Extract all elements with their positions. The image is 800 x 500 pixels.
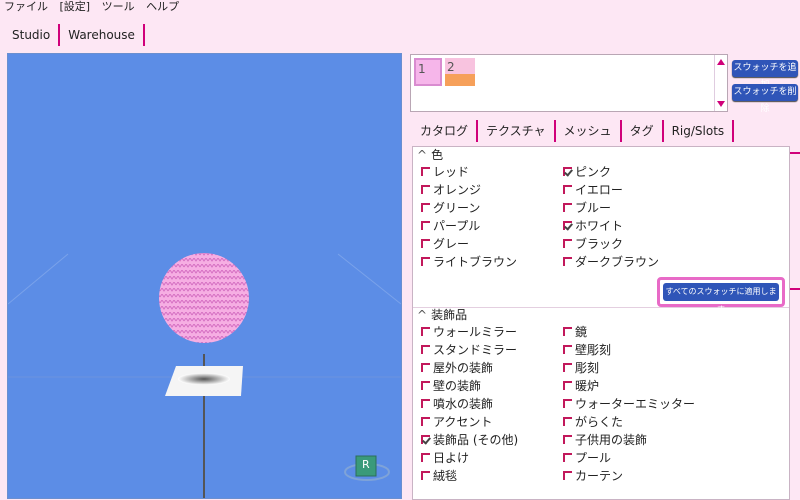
menu-file[interactable]: ファイル (4, 0, 48, 13)
tab-texture[interactable]: テクスチャ (478, 120, 556, 142)
tag-checkbox-white[interactable]: ホワイト (563, 218, 623, 234)
tag-checkbox-gray[interactable]: グレー (421, 236, 469, 252)
3d-viewport[interactable]: R (7, 53, 402, 499)
tag-checkbox-pool[interactable]: プール (563, 450, 611, 466)
tag-checkbox-accent[interactable]: アクセント (421, 414, 492, 430)
menu-tools[interactable]: ツール (102, 0, 135, 13)
decor-section-header[interactable]: ^ 装飾品 (417, 307, 467, 323)
tag-checkbox-fireplace[interactable]: 暖炉 (563, 378, 599, 394)
apply-all-highlight: すべてのスウォッチに適用します (657, 277, 785, 314)
caret-up-icon[interactable]: ^ (417, 148, 427, 162)
tag-checkbox-green[interactable]: グリーン (421, 200, 480, 216)
tag-checkbox-wall-decor[interactable]: 壁の装飾 (421, 378, 481, 394)
tag-checkbox-light-brown[interactable]: ライトブラウン (421, 254, 517, 270)
scroll-thumb[interactable] (790, 152, 800, 154)
swatch-2[interactable]: 2 (445, 58, 475, 86)
tab-warehouse[interactable]: Warehouse (60, 24, 145, 46)
tag-checkbox-decor-other[interactable]: 装飾品 (その他) (421, 432, 518, 448)
tag-checkbox-black[interactable]: ブラック (563, 236, 623, 252)
swatch-1[interactable]: 1 (414, 58, 442, 86)
swatch-panel: 1 2 (410, 54, 728, 112)
tag-checkbox-kids-decor[interactable]: 子供用の装飾 (563, 432, 647, 448)
section-divider (413, 307, 789, 308)
pink-ball-model (159, 253, 249, 343)
top-tabs: Studio Warehouse (4, 24, 145, 46)
scroll-marker (790, 288, 800, 290)
tab-catalog[interactable]: カタログ (412, 120, 479, 142)
tag-checkbox-wall-mirror[interactable]: ウォールミラー (421, 324, 517, 340)
tag-checkbox-clutter[interactable]: がらくた (563, 414, 623, 430)
tag-checkbox-blue[interactable]: ブルー (563, 200, 611, 216)
scene-graphic (8, 253, 401, 498)
tag-checkbox-pink[interactable]: ピンク (563, 164, 611, 180)
tag-checkbox-mirror[interactable]: 鏡 (563, 324, 587, 340)
scroll-up-icon[interactable] (717, 59, 725, 65)
tag-checkbox-wall-sculpture[interactable]: 壁彫刻 (563, 342, 611, 358)
tag-list: ^ 色 レッド オレンジ グリーン パープル グレー ライトブラウン ピンク イエ… (412, 146, 790, 500)
tag-checkbox-stand-mirror[interactable]: スタンドミラー (421, 342, 517, 358)
tab-studio[interactable]: Studio (4, 24, 61, 46)
tag-checkbox-dark-brown[interactable]: ダークブラウン (563, 254, 659, 270)
tag-checkbox-awning[interactable]: 日よけ (421, 450, 469, 466)
tag-checkbox-sculpture[interactable]: 彫刻 (563, 360, 599, 376)
add-swatch-button[interactable]: スウォッチを追加 (732, 60, 798, 90)
tab-mesh[interactable]: メッシュ (556, 120, 622, 142)
menu-settings[interactable]: [設定] (60, 0, 91, 13)
tag-checkbox-yellow[interactable]: イエロー (563, 182, 623, 198)
tag-checkbox-carpet[interactable]: 絨毯 (421, 468, 457, 484)
tag-checkbox-water-emitter[interactable]: ウォーターエミッター (563, 396, 695, 412)
list-scrollbar[interactable] (790, 146, 800, 498)
caret-up-icon[interactable]: ^ (417, 308, 427, 322)
delete-swatch-button[interactable]: スウォッチを削除 (732, 84, 798, 114)
tag-checkbox-orange[interactable]: オレンジ (421, 182, 481, 198)
apply-all-swatches-button[interactable]: すべてのスウォッチに適用します (663, 283, 779, 314)
tag-checkbox-purple[interactable]: パープル (421, 218, 480, 234)
menu-help[interactable]: ヘルプ (146, 0, 179, 13)
tag-checkbox-outdoor-decor[interactable]: 屋外の装飾 (421, 360, 493, 376)
swatch-scrollbar[interactable] (714, 55, 727, 111)
tab-tag[interactable]: タグ (622, 120, 664, 142)
color-section-header[interactable]: ^ 色 (417, 147, 443, 163)
tab-rig-slots[interactable]: Rig/Slots (664, 120, 735, 142)
tag-checkbox-curtain[interactable]: カーテン (563, 468, 623, 484)
menu-bar: ファイル [設定] ツール ヘルプ (0, 0, 800, 16)
scroll-down-icon[interactable] (717, 101, 725, 107)
tag-checkbox-red[interactable]: レッド (421, 164, 469, 180)
panel-tabs: カタログ テクスチャ メッシュ タグ Rig/Slots (412, 120, 735, 142)
r-badge-label: R (362, 458, 370, 471)
tag-checkbox-fountain-decor[interactable]: 噴水の装飾 (421, 396, 493, 412)
